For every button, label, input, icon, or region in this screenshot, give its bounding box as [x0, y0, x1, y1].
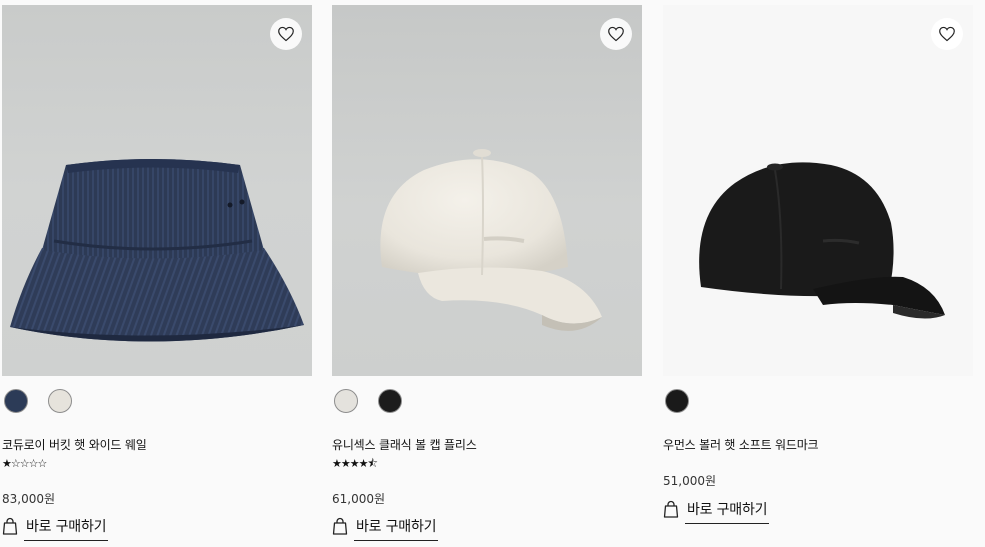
color-swatch-black[interactable] — [665, 389, 689, 413]
product-grid: 코듀로이 버킷 햇 와이드 웨일 ★☆☆☆☆ 83,000원 바로 구매하기 유… — [0, 0, 985, 547]
product-image[interactable] — [2, 5, 312, 376]
color-swatches — [4, 389, 72, 413]
product-image[interactable] — [332, 5, 642, 376]
rating-stars: ★☆☆☆☆ — [2, 457, 47, 470]
wishlist-button[interactable] — [270, 18, 302, 50]
color-swatch-black[interactable] — [378, 389, 402, 413]
buy-now-label: 바로 구매하기 — [24, 516, 109, 541]
product-card: 유니섹스 클래식 볼 캡 플리스 ★★★★⯪ 61,000원 바로 구매하기 — [332, 0, 644, 547]
product-name[interactable]: 유니섹스 클래식 볼 캡 플리스 — [332, 436, 477, 453]
buy-now-button[interactable]: 바로 구매하기 — [332, 516, 439, 541]
product-card: 우먼스 볼러 햇 소프트 워드마크 51,000원 바로 구매하기 — [663, 0, 975, 547]
product-name[interactable]: 우먼스 볼러 햇 소프트 워드마크 — [663, 436, 819, 453]
color-swatch-navy[interactable] — [4, 389, 28, 413]
product-price: 83,000원 — [2, 492, 56, 506]
color-swatches — [665, 389, 689, 413]
bucket-hat-image — [10, 159, 304, 342]
heart-icon — [608, 26, 624, 42]
product-price: 61,000원 — [332, 492, 386, 506]
shopping-bag-icon — [2, 517, 18, 535]
product-image[interactable] — [663, 5, 973, 376]
product-card: 코듀로이 버킷 햇 와이드 웨일 ★☆☆☆☆ 83,000원 바로 구매하기 — [2, 0, 314, 547]
buy-now-button[interactable]: 바로 구매하기 — [663, 499, 770, 524]
product-price: 51,000원 — [663, 474, 717, 488]
color-swatches — [334, 389, 402, 413]
buy-now-button[interactable]: 바로 구매하기 — [2, 516, 109, 541]
shopping-bag-icon — [332, 517, 348, 535]
buy-now-label: 바로 구매하기 — [354, 516, 439, 541]
color-swatch-cream[interactable] — [48, 389, 72, 413]
color-swatch-cream[interactable] — [334, 389, 358, 413]
wishlist-button[interactable] — [600, 18, 632, 50]
heart-icon — [278, 26, 294, 42]
black-cap-image — [699, 162, 945, 319]
rating-stars: ★★★★⯪ — [332, 457, 378, 470]
buy-now-label: 바로 구매하기 — [685, 499, 770, 524]
product-name[interactable]: 코듀로이 버킷 햇 와이드 웨일 — [2, 436, 147, 453]
shopping-bag-icon — [663, 500, 679, 518]
heart-icon — [939, 26, 955, 42]
fleece-cap-image — [380, 149, 602, 331]
wishlist-button[interactable] — [931, 18, 963, 50]
